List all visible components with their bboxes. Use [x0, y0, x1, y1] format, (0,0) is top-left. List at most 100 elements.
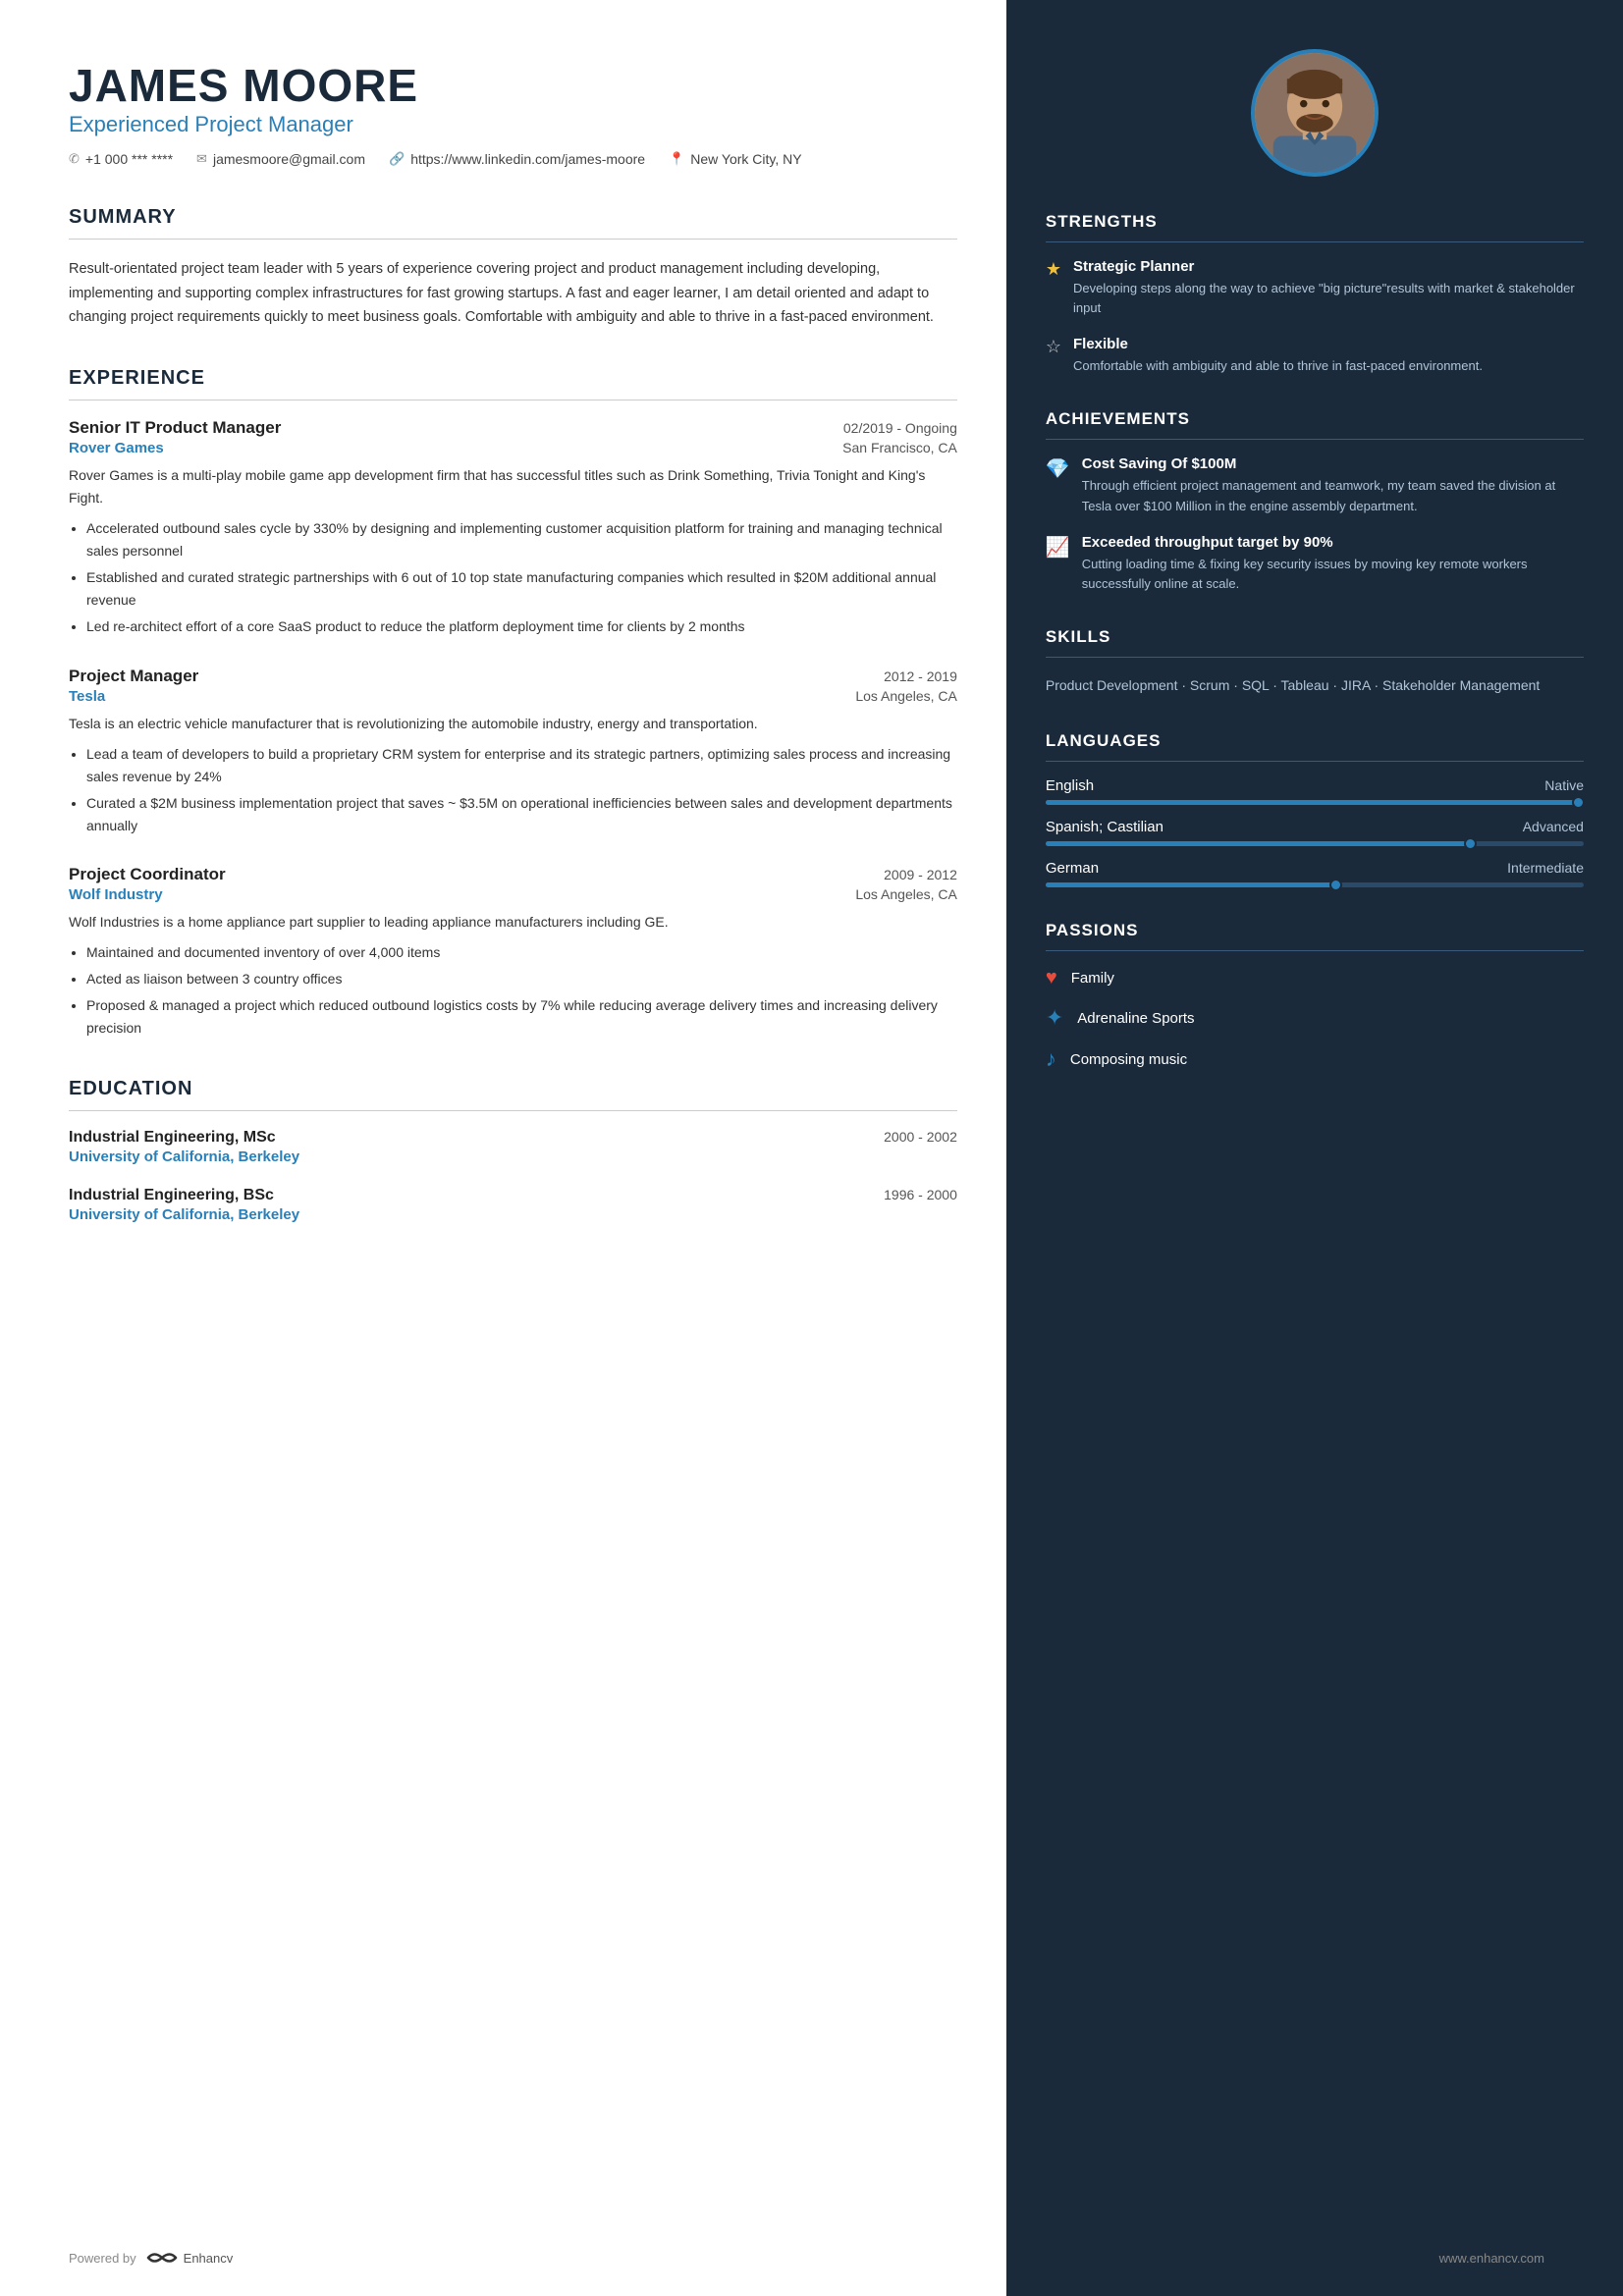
education-divider [69, 1110, 957, 1111]
passions-section: PASSIONS ♥ Family ✦ Adrenaline Sports ♪ … [1046, 921, 1584, 1072]
footer-website: www.enhancv.com [1439, 2251, 1544, 2266]
skills-section: SKILLS Product Development · Scrum · SQL… [1046, 627, 1584, 698]
experience-title: EXPERIENCE [69, 367, 957, 390]
job-company-1: Rover Games [69, 440, 164, 456]
star-hollow-icon: ☆ [1046, 337, 1061, 376]
passion-name-music: Composing music [1070, 1051, 1187, 1068]
language-bar-fill-english [1046, 800, 1584, 805]
summary-text: Result-orientated project team leader wi… [69, 257, 957, 330]
linkedin-item: 🔗 https://www.linkedin.com/james-moore [389, 151, 645, 167]
phone-item: ✆ +1 000 *** **** [69, 151, 173, 167]
phone-number: +1 000 *** **** [85, 151, 173, 167]
job-title-2: Project Manager [69, 667, 198, 686]
language-level-german: Intermediate [1507, 860, 1584, 876]
diamond-icon: 💎 [1046, 456, 1070, 515]
job-desc-2: Tesla is an electric vehicle manufacture… [69, 713, 957, 735]
achievements-divider [1046, 439, 1584, 440]
linkedin-url: https://www.linkedin.com/james-moore [410, 151, 645, 167]
bullet-item: Led re-architect effort of a core SaaS p… [86, 615, 957, 638]
language-bar-fill-german [1046, 882, 1341, 887]
job-header-3: Project Coordinator 2009 - 2012 [69, 865, 957, 884]
language-level-spanish: Advanced [1523, 819, 1584, 834]
email-address: jamesmoore@gmail.com [213, 151, 365, 167]
email-icon: ✉ [196, 151, 207, 167]
edu-header-2: Industrial Engineering, BSc 1996 - 2000 [69, 1187, 957, 1204]
sports-icon: ✦ [1046, 1005, 1063, 1031]
email-item: ✉ jamesmoore@gmail.com [196, 151, 365, 167]
strength-name-2: Flexible [1073, 336, 1483, 352]
bullet-item: Maintained and documented inventory of o… [86, 941, 957, 964]
candidate-title: Experienced Project Manager [69, 112, 957, 137]
achieve-body-2: Exceeded throughput target by 90% Cuttin… [1082, 534, 1584, 594]
skills-text: Product Development · Scrum · SQL · Tabl… [1046, 673, 1584, 698]
achieve-name-2: Exceeded throughput target by 90% [1082, 534, 1584, 551]
language-row-english: English Native [1046, 777, 1584, 794]
summary-section: SUMMARY Result-orientated project team l… [69, 206, 957, 330]
right-column: STRENGTHS ★ Strategic Planner Developing… [1006, 0, 1623, 2296]
brand-name: Enhancv [184, 2251, 234, 2266]
avatar [1251, 49, 1379, 177]
achievement-item-1: 💎 Cost Saving Of $100M Through efficient… [1046, 455, 1584, 515]
language-bar-dot-english [1572, 796, 1585, 809]
achievements-section: ACHIEVEMENTS 💎 Cost Saving Of $100M Thro… [1046, 409, 1584, 594]
passion-item-family: ♥ Family [1046, 967, 1584, 989]
strengths-section: STRENGTHS ★ Strategic Planner Developing… [1046, 212, 1584, 376]
edu-school-2: University of California, Berkeley [69, 1206, 957, 1223]
skills-divider [1046, 657, 1584, 658]
language-row-spanish: Spanish; Castilian Advanced [1046, 819, 1584, 835]
contact-info: ✆ +1 000 *** **** ✉ jamesmoore@gmail.com… [69, 151, 957, 167]
job-entry-3: Project Coordinator 2009 - 2012 Wolf Ind… [69, 865, 957, 1040]
job-location-3: Los Angeles, CA [855, 886, 957, 902]
education-section: EDUCATION Industrial Engineering, MSc 20… [69, 1078, 957, 1223]
job-entry-2: Project Manager 2012 - 2019 Tesla Los An… [69, 667, 957, 837]
language-bar-fill-spanish [1046, 841, 1477, 846]
language-item-german: German Intermediate [1046, 860, 1584, 887]
job-location-1: San Francisco, CA [842, 440, 957, 455]
achievement-item-2: 📈 Exceeded throughput target by 90% Cutt… [1046, 534, 1584, 594]
avatar-wrapper [1046, 49, 1584, 177]
achieve-name-1: Cost Saving Of $100M [1082, 455, 1584, 472]
edu-dates-1: 2000 - 2002 [884, 1129, 957, 1145]
strength-item-1: ★ Strategic Planner Developing steps alo… [1046, 258, 1584, 318]
strength-desc-1: Developing steps along the way to achiev… [1073, 279, 1584, 318]
avatar-image [1255, 49, 1375, 177]
star-filled-icon: ★ [1046, 259, 1061, 318]
job-title-1: Senior IT Product Manager [69, 418, 281, 438]
skills-title: SKILLS [1046, 627, 1584, 647]
bullet-item: Curated a $2M business implementation pr… [86, 792, 957, 837]
language-name-german: German [1046, 860, 1099, 877]
bullet-item: Accelerated outbound sales cycle by 330%… [86, 517, 957, 562]
location-icon: 📍 [669, 151, 684, 167]
passion-name-family: Family [1071, 970, 1114, 987]
languages-section: LANGUAGES English Native Spanish; Castil… [1046, 731, 1584, 887]
language-name-spanish: Spanish; Castilian [1046, 819, 1163, 835]
edu-entry-1: Industrial Engineering, MSc 2000 - 2002 … [69, 1129, 957, 1165]
language-row-german: German Intermediate [1046, 860, 1584, 877]
edu-degree-2: Industrial Engineering, BSc [69, 1187, 274, 1204]
education-title: EDUCATION [69, 1078, 957, 1100]
job-dates-3: 2009 - 2012 [884, 867, 957, 882]
language-name-english: English [1046, 777, 1094, 794]
edu-school-1: University of California, Berkeley [69, 1148, 957, 1165]
bullet-item: Established and curated strategic partne… [86, 566, 957, 612]
summary-title: SUMMARY [69, 206, 957, 229]
header: JAMES MOORE Experienced Project Manager … [69, 59, 957, 167]
job-dates-1: 02/2019 - Ongoing [843, 420, 957, 436]
languages-divider [1046, 761, 1584, 762]
edu-degree-1: Industrial Engineering, MSc [69, 1129, 276, 1147]
bullet-item: Lead a team of developers to build a pro… [86, 743, 957, 788]
passion-item-sports: ✦ Adrenaline Sports [1046, 1005, 1584, 1031]
job-company-3: Wolf Industry [69, 886, 163, 903]
languages-title: LANGUAGES [1046, 731, 1584, 751]
footer: Powered by Enhancv www.enhancv.com [69, 2249, 1623, 2267]
edu-entry-2: Industrial Engineering, BSc 1996 - 2000 … [69, 1187, 957, 1223]
location-item: 📍 New York City, NY [669, 151, 802, 167]
job-bullets-3: Maintained and documented inventory of o… [69, 941, 957, 1040]
edu-header-1: Industrial Engineering, MSc 2000 - 2002 [69, 1129, 957, 1147]
heart-icon: ♥ [1046, 967, 1057, 989]
job-bullets-2: Lead a team of developers to build a pro… [69, 743, 957, 837]
job-location-2: Los Angeles, CA [855, 688, 957, 704]
strength-item-2: ☆ Flexible Comfortable with ambiguity an… [1046, 336, 1584, 376]
strength-desc-2: Comfortable with ambiguity and able to t… [1073, 356, 1483, 376]
passion-name-sports: Adrenaline Sports [1077, 1010, 1194, 1027]
